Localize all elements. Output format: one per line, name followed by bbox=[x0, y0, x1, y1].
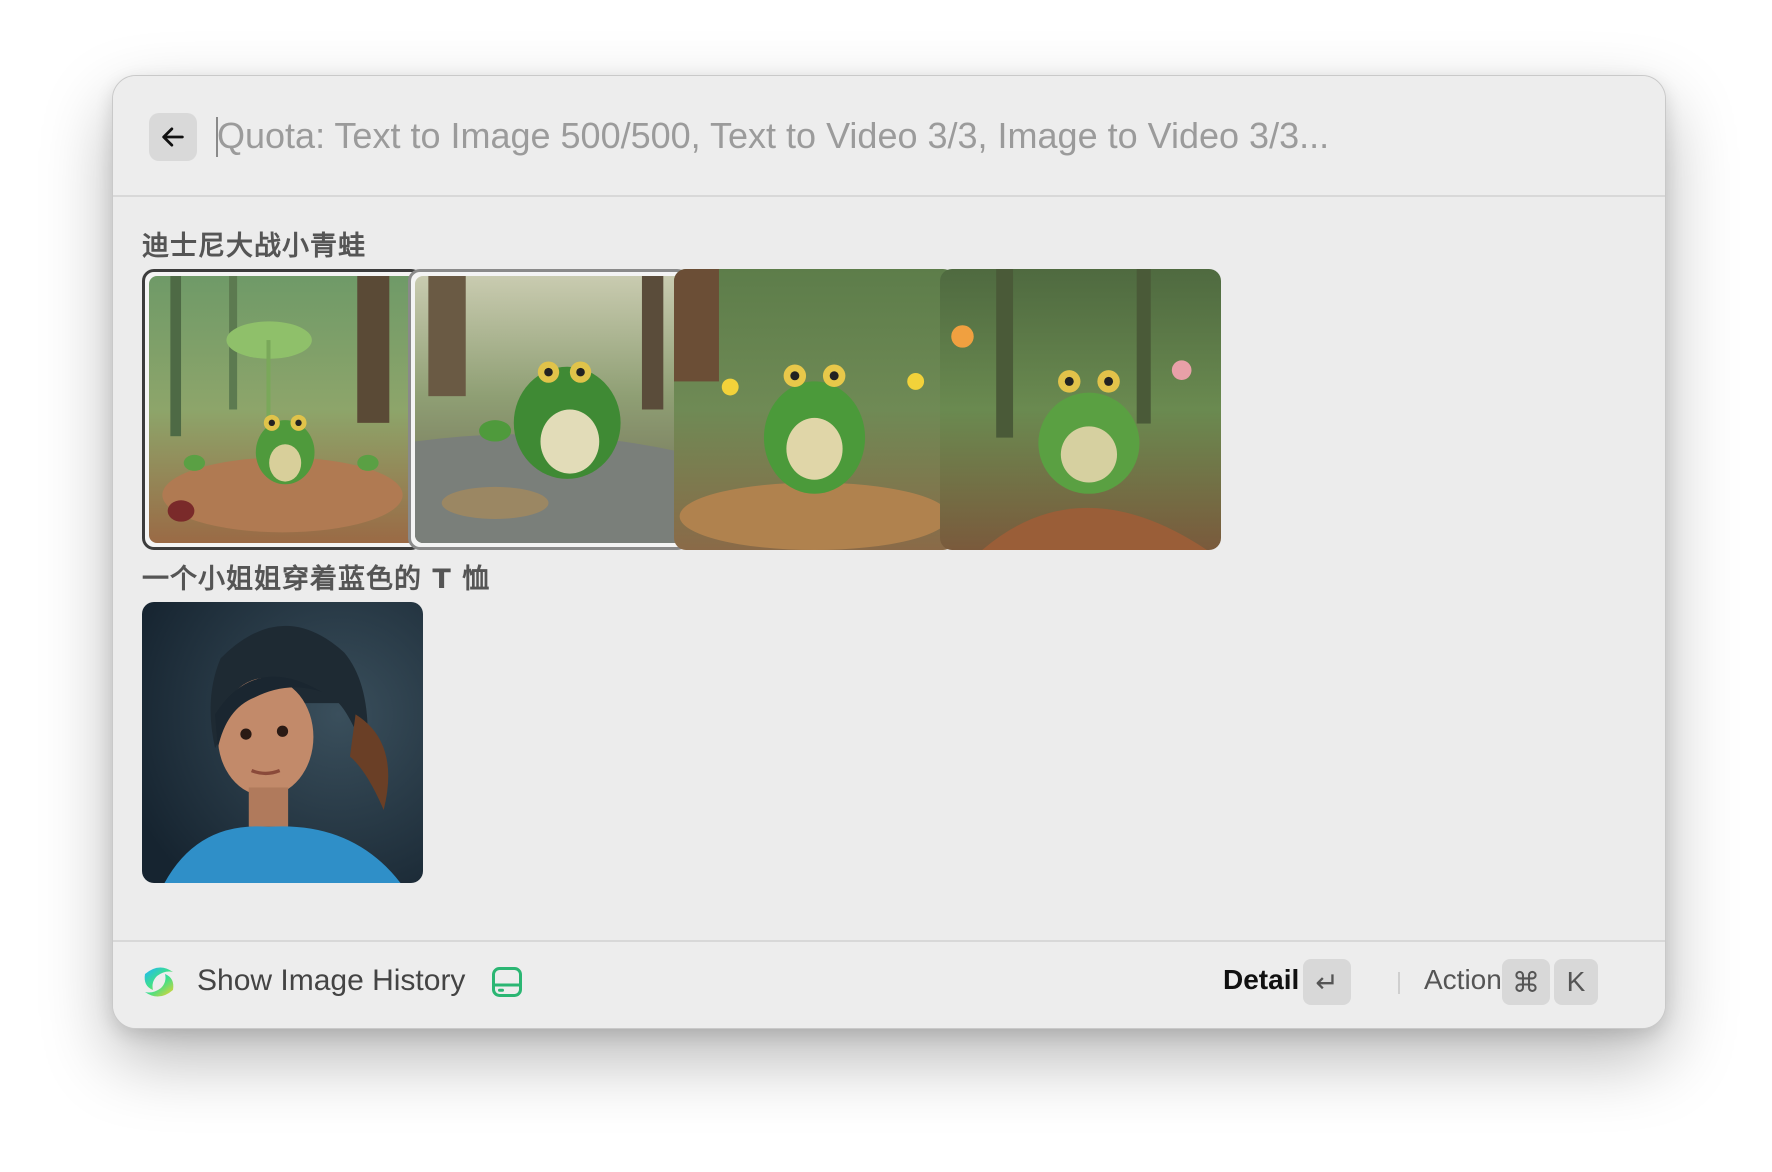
frog-puddle-image bbox=[674, 269, 955, 550]
divider bbox=[1398, 972, 1400, 994]
image-thumbnail[interactable] bbox=[674, 269, 955, 550]
enter-key-hint: ↵ bbox=[1303, 959, 1351, 1005]
frog-rock-image bbox=[940, 269, 1221, 550]
footer-title: Show Image History bbox=[197, 964, 466, 997]
image-thumbnail[interactable] bbox=[408, 269, 689, 550]
group-title: 一个小姐姐穿着蓝色的 T 恤 bbox=[142, 564, 491, 595]
frog-forest-image bbox=[149, 276, 416, 543]
frog-stream-image bbox=[415, 276, 682, 543]
launcher-window: 迪士尼大战小青蛙 bbox=[112, 75, 1666, 1029]
detail-action[interactable]: Detail bbox=[1223, 964, 1299, 996]
hard-drive-icon bbox=[492, 967, 522, 997]
search-input[interactable] bbox=[217, 106, 1597, 166]
command-key-hint: ⌘ bbox=[1502, 959, 1550, 1005]
image-thumbnail[interactable] bbox=[142, 269, 423, 550]
arrow-left-icon bbox=[162, 127, 184, 147]
group-title: 迪士尼大战小青蛙 bbox=[142, 231, 366, 262]
girl-portrait-image bbox=[142, 602, 423, 883]
image-grid: 迪士尼大战小青蛙 一个小姐姐穿着蓝色的 T 恤 bbox=[113, 197, 1665, 939]
app-logo-icon bbox=[144, 967, 174, 997]
k-key-hint: K bbox=[1554, 959, 1598, 1005]
search-header bbox=[113, 76, 1665, 197]
image-thumbnail[interactable] bbox=[142, 602, 423, 883]
image-thumbnail[interactable] bbox=[940, 269, 1221, 550]
back-button[interactable] bbox=[149, 113, 197, 161]
action-bar: Show Image History Detail ↵ Actions ⌘ K bbox=[113, 940, 1665, 1028]
